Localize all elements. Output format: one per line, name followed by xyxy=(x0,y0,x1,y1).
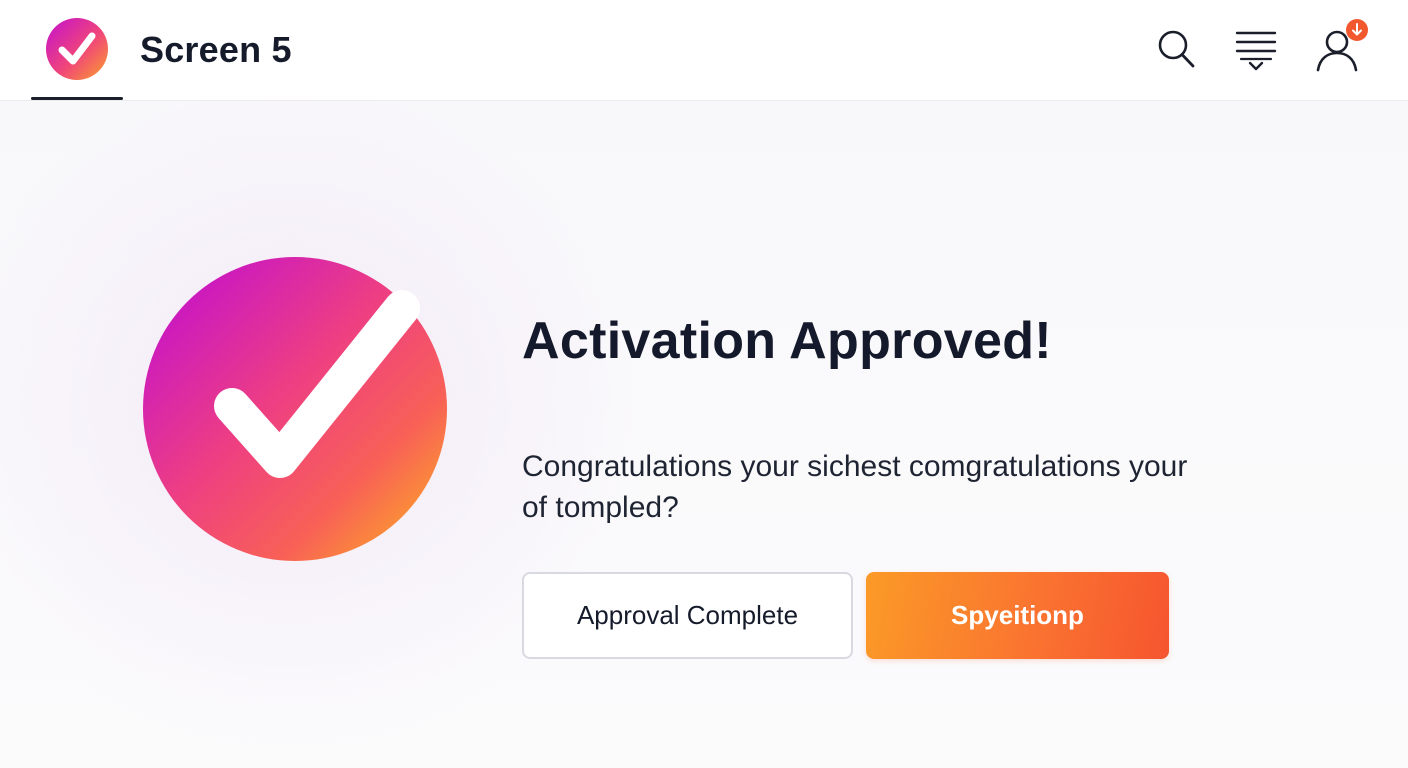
primary-action-button[interactable]: Spyeitionp xyxy=(866,572,1169,659)
screen-title: Screen 5 xyxy=(140,29,292,70)
check-circle-logo-icon[interactable] xyxy=(45,17,109,81)
message-text: Congratulations your sichest comgratulat… xyxy=(522,450,1188,524)
active-tab-indicator xyxy=(31,97,123,100)
filter-list-icon[interactable] xyxy=(1231,24,1279,76)
approval-complete-button[interactable]: Approval Complete xyxy=(522,572,853,659)
notification-badge-icon xyxy=(1346,19,1368,41)
check-circle-icon xyxy=(143,257,447,561)
top-bar: Screen 5 xyxy=(0,0,1408,101)
search-icon[interactable] xyxy=(1153,24,1201,76)
user-profile-icon[interactable] xyxy=(1311,18,1373,76)
app-window: Screen 5 Activation Approved! Congratula… xyxy=(0,0,1408,768)
headline: Activation Approved! xyxy=(522,312,1052,370)
